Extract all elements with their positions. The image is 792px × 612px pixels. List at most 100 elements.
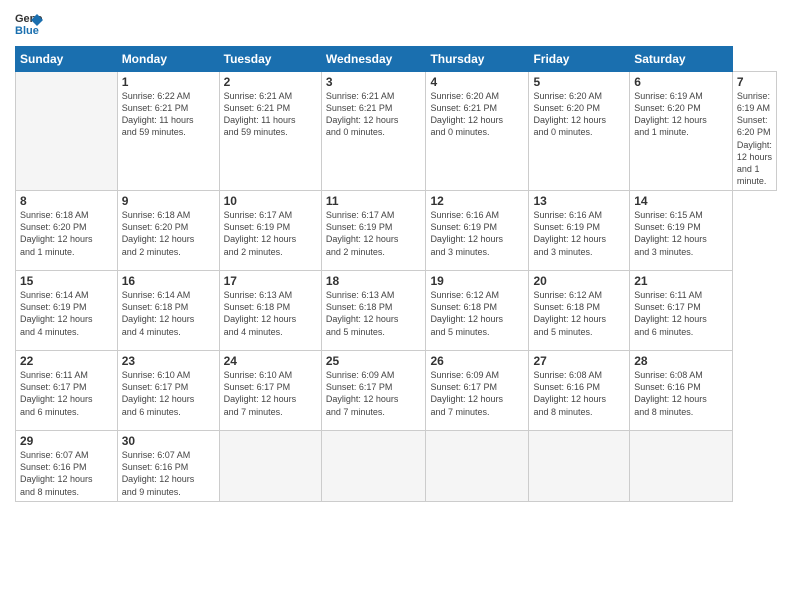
- calendar-week-row: 22Sunrise: 6:11 AM Sunset: 6:17 PM Dayli…: [16, 351, 777, 431]
- day-detail: Sunrise: 6:18 AM Sunset: 6:20 PM Dayligh…: [122, 209, 215, 258]
- day-detail: Sunrise: 6:17 AM Sunset: 6:19 PM Dayligh…: [224, 209, 317, 258]
- calendar-day-header: Wednesday: [321, 47, 426, 72]
- calendar-day-cell: 13Sunrise: 6:16 AM Sunset: 6:19 PM Dayli…: [529, 191, 630, 271]
- day-number: 7: [737, 75, 772, 89]
- day-number: 28: [634, 354, 728, 368]
- calendar-day-header: Thursday: [426, 47, 529, 72]
- day-detail: Sunrise: 6:07 AM Sunset: 6:16 PM Dayligh…: [20, 449, 113, 498]
- calendar-day-cell: 10Sunrise: 6:17 AM Sunset: 6:19 PM Dayli…: [219, 191, 321, 271]
- day-detail: Sunrise: 6:10 AM Sunset: 6:17 PM Dayligh…: [224, 369, 317, 418]
- calendar-day-header: Monday: [117, 47, 219, 72]
- day-number: 1: [122, 75, 215, 89]
- calendar-day-cell: 1Sunrise: 6:22 AM Sunset: 6:21 PM Daylig…: [117, 72, 219, 191]
- calendar-day-cell: 3Sunrise: 6:21 AM Sunset: 6:21 PM Daylig…: [321, 72, 426, 191]
- day-number: 4: [430, 75, 524, 89]
- calendar-day-cell: [630, 431, 733, 502]
- day-detail: Sunrise: 6:20 AM Sunset: 6:21 PM Dayligh…: [430, 90, 524, 139]
- day-detail: Sunrise: 6:19 AM Sunset: 6:20 PM Dayligh…: [634, 90, 728, 139]
- calendar-day-cell: 18Sunrise: 6:13 AM Sunset: 6:18 PM Dayli…: [321, 271, 426, 351]
- day-number: 27: [533, 354, 625, 368]
- day-detail: Sunrise: 6:13 AM Sunset: 6:18 PM Dayligh…: [224, 289, 317, 338]
- day-detail: Sunrise: 6:22 AM Sunset: 6:21 PM Dayligh…: [122, 90, 215, 139]
- calendar-day-cell: [529, 431, 630, 502]
- calendar-week-row: 1Sunrise: 6:22 AM Sunset: 6:21 PM Daylig…: [16, 72, 777, 191]
- calendar-day-cell: 19Sunrise: 6:12 AM Sunset: 6:18 PM Dayli…: [426, 271, 529, 351]
- day-detail: Sunrise: 6:16 AM Sunset: 6:19 PM Dayligh…: [430, 209, 524, 258]
- logo-icon: General Blue: [15, 10, 43, 38]
- day-number: 14: [634, 194, 728, 208]
- calendar-day-cell: [321, 431, 426, 502]
- day-number: 17: [224, 274, 317, 288]
- calendar-day-cell: 14Sunrise: 6:15 AM Sunset: 6:19 PM Dayli…: [630, 191, 733, 271]
- header: General Blue: [15, 10, 777, 38]
- day-detail: Sunrise: 6:09 AM Sunset: 6:17 PM Dayligh…: [430, 369, 524, 418]
- day-number: 30: [122, 434, 215, 448]
- day-number: 10: [224, 194, 317, 208]
- day-detail: Sunrise: 6:12 AM Sunset: 6:18 PM Dayligh…: [533, 289, 625, 338]
- day-detail: Sunrise: 6:11 AM Sunset: 6:17 PM Dayligh…: [20, 369, 113, 418]
- calendar-week-row: 8Sunrise: 6:18 AM Sunset: 6:20 PM Daylig…: [16, 191, 777, 271]
- page: General Blue SundayMondayTuesdayWednesda…: [0, 0, 792, 612]
- day-detail: Sunrise: 6:08 AM Sunset: 6:16 PM Dayligh…: [634, 369, 728, 418]
- day-detail: Sunrise: 6:10 AM Sunset: 6:17 PM Dayligh…: [122, 369, 215, 418]
- calendar-day-cell: 5Sunrise: 6:20 AM Sunset: 6:20 PM Daylig…: [529, 72, 630, 191]
- calendar-day-cell: 24Sunrise: 6:10 AM Sunset: 6:17 PM Dayli…: [219, 351, 321, 431]
- day-number: 13: [533, 194, 625, 208]
- day-number: 3: [326, 75, 422, 89]
- calendar-day-header: Tuesday: [219, 47, 321, 72]
- calendar-day-cell: 27Sunrise: 6:08 AM Sunset: 6:16 PM Dayli…: [529, 351, 630, 431]
- day-number: 12: [430, 194, 524, 208]
- day-detail: Sunrise: 6:15 AM Sunset: 6:19 PM Dayligh…: [634, 209, 728, 258]
- day-detail: Sunrise: 6:21 AM Sunset: 6:21 PM Dayligh…: [326, 90, 422, 139]
- calendar-day-cell: 6Sunrise: 6:19 AM Sunset: 6:20 PM Daylig…: [630, 72, 733, 191]
- calendar-day-cell: 4Sunrise: 6:20 AM Sunset: 6:21 PM Daylig…: [426, 72, 529, 191]
- day-number: 9: [122, 194, 215, 208]
- calendar-day-cell: 30Sunrise: 6:07 AM Sunset: 6:16 PM Dayli…: [117, 431, 219, 502]
- day-detail: Sunrise: 6:19 AM Sunset: 6:20 PM Dayligh…: [737, 90, 772, 187]
- calendar-week-row: 15Sunrise: 6:14 AM Sunset: 6:19 PM Dayli…: [16, 271, 777, 351]
- day-detail: Sunrise: 6:18 AM Sunset: 6:20 PM Dayligh…: [20, 209, 113, 258]
- calendar-day-cell: [16, 72, 118, 191]
- calendar-day-cell: 26Sunrise: 6:09 AM Sunset: 6:17 PM Dayli…: [426, 351, 529, 431]
- calendar-day-cell: 12Sunrise: 6:16 AM Sunset: 6:19 PM Dayli…: [426, 191, 529, 271]
- calendar-day-cell: 9Sunrise: 6:18 AM Sunset: 6:20 PM Daylig…: [117, 191, 219, 271]
- calendar-day-cell: 22Sunrise: 6:11 AM Sunset: 6:17 PM Dayli…: [16, 351, 118, 431]
- calendar-day-cell: [426, 431, 529, 502]
- calendar-day-header: Sunday: [16, 47, 118, 72]
- calendar-day-header: Saturday: [630, 47, 733, 72]
- calendar-day-cell: 11Sunrise: 6:17 AM Sunset: 6:19 PM Dayli…: [321, 191, 426, 271]
- day-number: 20: [533, 274, 625, 288]
- calendar-day-cell: 29Sunrise: 6:07 AM Sunset: 6:16 PM Dayli…: [16, 431, 118, 502]
- day-detail: Sunrise: 6:14 AM Sunset: 6:18 PM Dayligh…: [122, 289, 215, 338]
- logo: General Blue: [15, 10, 47, 38]
- calendar-table: SundayMondayTuesdayWednesdayThursdayFrid…: [15, 46, 777, 502]
- day-number: 6: [634, 75, 728, 89]
- day-number: 5: [533, 75, 625, 89]
- day-number: 2: [224, 75, 317, 89]
- calendar-day-cell: 25Sunrise: 6:09 AM Sunset: 6:17 PM Dayli…: [321, 351, 426, 431]
- day-detail: Sunrise: 6:09 AM Sunset: 6:17 PM Dayligh…: [326, 369, 422, 418]
- day-detail: Sunrise: 6:12 AM Sunset: 6:18 PM Dayligh…: [430, 289, 524, 338]
- calendar-day-cell: 21Sunrise: 6:11 AM Sunset: 6:17 PM Dayli…: [630, 271, 733, 351]
- calendar-day-cell: 15Sunrise: 6:14 AM Sunset: 6:19 PM Dayli…: [16, 271, 118, 351]
- day-number: 11: [326, 194, 422, 208]
- day-detail: Sunrise: 6:07 AM Sunset: 6:16 PM Dayligh…: [122, 449, 215, 498]
- calendar-week-row: 29Sunrise: 6:07 AM Sunset: 6:16 PM Dayli…: [16, 431, 777, 502]
- calendar-day-cell: 8Sunrise: 6:18 AM Sunset: 6:20 PM Daylig…: [16, 191, 118, 271]
- calendar-day-cell: 28Sunrise: 6:08 AM Sunset: 6:16 PM Dayli…: [630, 351, 733, 431]
- day-detail: Sunrise: 6:08 AM Sunset: 6:16 PM Dayligh…: [533, 369, 625, 418]
- day-number: 29: [20, 434, 113, 448]
- svg-text:Blue: Blue: [15, 25, 39, 37]
- day-number: 18: [326, 274, 422, 288]
- day-number: 8: [20, 194, 113, 208]
- calendar-header-row: SundayMondayTuesdayWednesdayThursdayFrid…: [16, 47, 777, 72]
- calendar-day-cell: [219, 431, 321, 502]
- calendar-day-cell: 7Sunrise: 6:19 AM Sunset: 6:20 PM Daylig…: [732, 72, 776, 191]
- day-number: 19: [430, 274, 524, 288]
- day-detail: Sunrise: 6:20 AM Sunset: 6:20 PM Dayligh…: [533, 90, 625, 139]
- day-detail: Sunrise: 6:16 AM Sunset: 6:19 PM Dayligh…: [533, 209, 625, 258]
- day-detail: Sunrise: 6:17 AM Sunset: 6:19 PM Dayligh…: [326, 209, 422, 258]
- day-detail: Sunrise: 6:14 AM Sunset: 6:19 PM Dayligh…: [20, 289, 113, 338]
- calendar-day-cell: 23Sunrise: 6:10 AM Sunset: 6:17 PM Dayli…: [117, 351, 219, 431]
- day-number: 26: [430, 354, 524, 368]
